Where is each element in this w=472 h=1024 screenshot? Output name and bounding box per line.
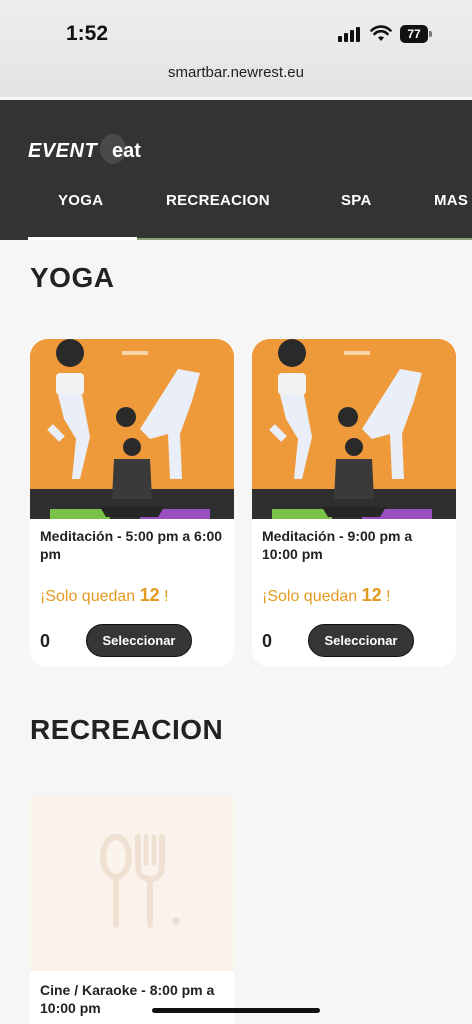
product-card[interactable]: Meditación - 9:00 pm a 10:00 pm ¡Solo qu… [252,339,456,667]
product-image-placeholder[interactable] [30,795,234,971]
product-card[interactable]: Meditación - 5:00 pm a 6:00 pm ¡Solo que… [30,339,234,667]
section-title-recreacion: RECREACION [30,714,224,745]
home-indicator[interactable] [152,1008,320,1013]
card-title: Meditación - 9:00 pm a 10:00 pm [262,528,413,562]
stock-prefix: ¡Solo quedan [262,588,358,605]
cellular-signal-icon [338,26,362,42]
tab-yoga[interactable]: YOGA [58,192,103,209]
tab-recreacion[interactable]: RECREACION [166,192,270,209]
eventeat-logo[interactable]: EVENT eat [28,134,158,170]
select-button[interactable]: Seleccionar [86,624,192,657]
category-tabs: YOGA RECREACION SPA MAS [0,192,472,222]
stock-prefix: ¡Solo quedan [40,588,136,605]
stock-message: ¡Solo quedan 12 ! [40,585,169,606]
select-button[interactable]: Seleccionar [308,624,414,657]
site-header: EVENT eat YOGA RECREACION SPA MAS [0,100,472,240]
logo-text-event: EVENT [28,140,98,162]
active-tab-indicator [28,237,137,240]
stock-message: ¡Solo quedan 12 ! [262,585,391,606]
quantity-value: 0 [262,631,273,651]
yoga-class-photo [252,339,456,519]
battery-level: 77 [400,25,428,43]
yoga-class-photo [30,339,234,519]
tab-spa[interactable]: SPA [341,192,372,209]
wifi-icon [370,25,392,41]
tab-mas[interactable]: MAS [434,192,468,209]
stock-suffix: ! [386,588,391,605]
product-card[interactable]: Cine / Karaoke - 8:00 pm a 10:00 pm [30,971,234,1024]
status-and-url-bar: 1:52 77 smartbar.newrest.eu [0,0,472,97]
stock-count: 12 [361,585,382,605]
stock-suffix: ! [164,588,169,605]
battery-icon: 77 [400,25,432,43]
tabs-divider [137,238,472,240]
stock-count: 12 [139,585,160,605]
fork-spoon-icon [100,834,180,928]
logo-text-eat: eat [112,140,141,162]
status-time: 1:52 [66,22,109,45]
card-title: Meditación - 5:00 pm a 6:00 pm [40,528,223,562]
url-bar[interactable]: smartbar.newrest.eu [0,64,472,81]
quantity-value: 0 [40,631,51,651]
section-title-yoga: YOGA [30,262,115,293]
